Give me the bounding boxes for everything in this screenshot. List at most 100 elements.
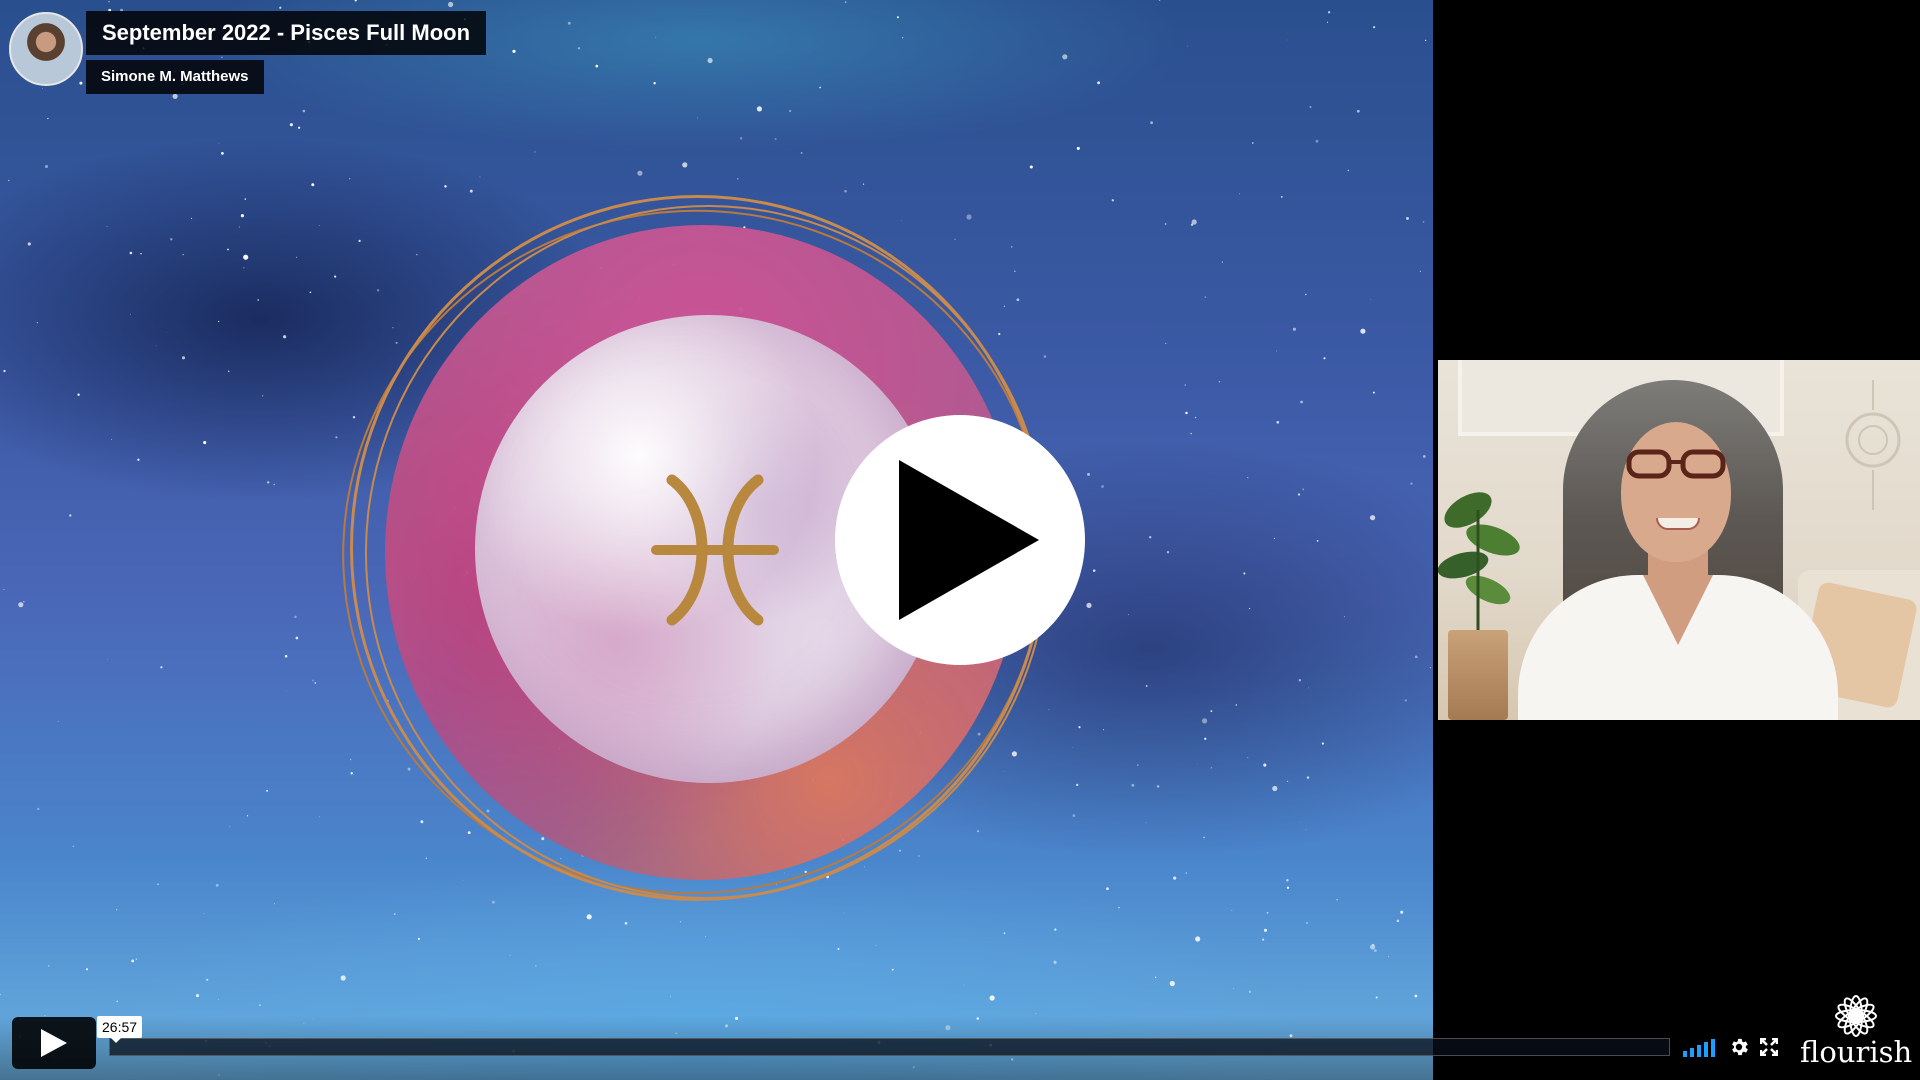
author-avatar[interactable] xyxy=(9,12,83,86)
star xyxy=(1305,293,1307,296)
star xyxy=(1190,432,1192,435)
star xyxy=(1286,879,1289,882)
gear-icon xyxy=(1732,1038,1748,1056)
star xyxy=(1043,355,1047,358)
big-play-button[interactable] xyxy=(835,415,1085,665)
star xyxy=(1307,687,1309,689)
star xyxy=(77,393,80,396)
star xyxy=(739,137,743,140)
star xyxy=(479,176,481,178)
star xyxy=(800,151,803,154)
star xyxy=(1326,21,1329,23)
star xyxy=(1272,785,1278,792)
star xyxy=(1173,876,1177,880)
star xyxy=(637,170,643,176)
star xyxy=(417,937,420,940)
star xyxy=(350,758,352,761)
star xyxy=(1373,26,1376,29)
star xyxy=(1387,956,1390,958)
fullscreen-button[interactable] xyxy=(1757,1035,1781,1059)
star xyxy=(1150,121,1154,125)
star xyxy=(891,968,894,971)
star xyxy=(107,658,109,660)
star xyxy=(862,183,865,185)
star xyxy=(1169,980,1175,987)
star xyxy=(420,820,424,824)
settings-button[interactable] xyxy=(1727,1035,1751,1059)
star xyxy=(1011,751,1018,757)
author-name[interactable]: Simone M. Matthews xyxy=(86,60,264,94)
star xyxy=(116,1000,118,1002)
progress-bar[interactable] xyxy=(109,1038,1670,1056)
star xyxy=(18,602,24,608)
star xyxy=(376,289,380,292)
star xyxy=(407,767,411,771)
star xyxy=(707,57,713,64)
star xyxy=(1424,39,1427,42)
star xyxy=(196,994,199,998)
presenter-video[interactable] xyxy=(1438,360,1920,720)
star xyxy=(165,332,167,333)
star xyxy=(1302,488,1305,491)
star xyxy=(1048,709,1050,711)
star xyxy=(354,0,357,2)
star xyxy=(697,117,698,119)
play-button[interactable] xyxy=(12,1017,96,1069)
logo-text: flourish xyxy=(1800,1035,1913,1069)
star xyxy=(1097,81,1101,85)
star xyxy=(348,177,351,180)
star xyxy=(283,335,287,339)
star xyxy=(221,152,224,155)
video-title[interactable]: September 2022 - Pisces Full Moon xyxy=(86,11,487,55)
star xyxy=(679,921,682,923)
star xyxy=(1203,836,1205,839)
star xyxy=(23,600,25,603)
star xyxy=(1145,685,1148,687)
star xyxy=(217,999,219,1001)
star xyxy=(1263,928,1268,932)
play-icon xyxy=(41,1029,67,1057)
star xyxy=(246,815,249,817)
star xyxy=(1286,780,1289,782)
star xyxy=(1092,569,1096,572)
pisces-symbol xyxy=(651,474,779,626)
star xyxy=(1204,296,1207,299)
star xyxy=(1128,614,1130,616)
star xyxy=(353,774,354,776)
star xyxy=(1429,667,1431,669)
star xyxy=(37,807,40,811)
star xyxy=(393,913,396,915)
star xyxy=(44,164,49,169)
star xyxy=(1406,216,1409,220)
star xyxy=(1356,109,1360,113)
star xyxy=(966,214,972,220)
star xyxy=(586,914,592,920)
star xyxy=(106,225,108,227)
star xyxy=(289,123,293,127)
star xyxy=(1305,829,1307,831)
star xyxy=(1010,246,1013,248)
star xyxy=(1414,655,1418,659)
star xyxy=(238,226,240,228)
star xyxy=(27,242,31,246)
volume-button[interactable] xyxy=(1683,1035,1715,1059)
star xyxy=(1029,165,1033,169)
video-slide[interactable] xyxy=(0,0,1433,1080)
star xyxy=(1053,960,1057,964)
star xyxy=(116,909,118,911)
star xyxy=(302,109,306,113)
star xyxy=(963,984,965,986)
star xyxy=(206,978,209,981)
star xyxy=(47,117,49,120)
star xyxy=(1076,146,1080,150)
brand-logo[interactable]: flourish xyxy=(1800,990,1912,1070)
star xyxy=(1014,270,1016,272)
star xyxy=(227,370,230,373)
glasses xyxy=(1626,449,1726,479)
star xyxy=(1072,814,1076,817)
star xyxy=(1372,391,1375,394)
star xyxy=(1016,298,1020,302)
star xyxy=(36,322,38,324)
star xyxy=(1375,996,1378,999)
star xyxy=(1190,223,1194,226)
